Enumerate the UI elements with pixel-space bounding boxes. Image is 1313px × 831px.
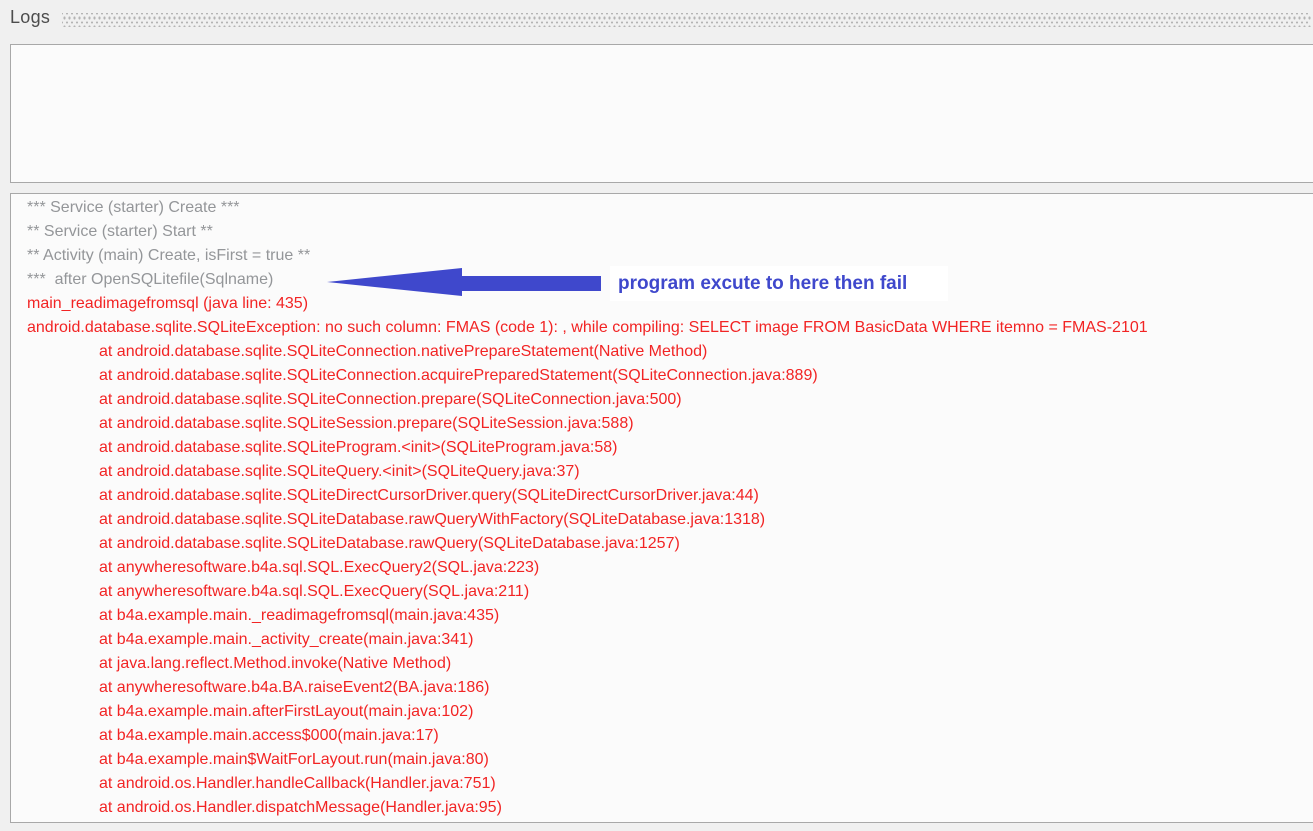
log-line: at b4a.example.main.access$000(main.java… <box>99 727 439 744</box>
log-line: at anywheresoftware.b4a.BA.raiseEvent2(B… <box>99 679 490 696</box>
log-line: at android.database.sqlite.SQLiteProgram… <box>99 439 618 456</box>
logs-panel-header: Logs <box>0 0 1313 37</box>
panel-grip-texture[interactable] <box>62 13 1311 27</box>
log-line: ** Activity (main) Create, isFirst = tru… <box>27 247 311 264</box>
log-line: at android.database.sqlite.SQLiteConnect… <box>99 391 682 408</box>
log-line: *** Service (starter) Create *** <box>27 199 240 216</box>
log-line: at android.database.sqlite.SQLiteConnect… <box>99 343 708 360</box>
log-line: at android.database.sqlite.SQLiteDatabas… <box>99 535 680 552</box>
annotation-label: program excute to here then fail <box>610 266 948 301</box>
log-line: at android.database.sqlite.SQLiteSession… <box>99 415 634 432</box>
upper-log-textarea[interactable] <box>10 44 1313 183</box>
log-line: ** Service (starter) Start ** <box>27 223 213 240</box>
log-line: at android.os.Handler.handleCallback(Han… <box>99 775 496 792</box>
log-line: android.database.sqlite.SQLiteException:… <box>27 319 1148 336</box>
log-line: at android.os.Handler.dispatchMessage(Ha… <box>99 799 502 816</box>
log-line: at android.os.Looper.loop(Looper.java:15… <box>27 820 1313 822</box>
log-line: at android.database.sqlite.SQLiteDatabas… <box>99 511 766 528</box>
log-line: at anywheresoftware.b4a.sql.SQL.ExecQuer… <box>99 559 540 576</box>
log-line: at android.database.sqlite.SQLiteQuery.<… <box>99 463 580 480</box>
log-line: at b4a.example.main._activity_create(mai… <box>99 631 474 648</box>
logs-panel-title: Logs <box>10 7 51 27</box>
log-line: at b4a.example.main$WaitForLayout.run(ma… <box>99 751 489 768</box>
log-line: at anywheresoftware.b4a.sql.SQL.ExecQuer… <box>99 583 530 600</box>
log-line: at b4a.example.main.afterFirstLayout(mai… <box>99 703 474 720</box>
log-line: at android.database.sqlite.SQLiteConnect… <box>99 367 818 384</box>
log-line: at java.lang.reflect.Method.invoke(Nativ… <box>99 655 452 672</box>
log-line: at b4a.example.main._readimagefromsql(ma… <box>99 607 500 624</box>
log-line: at android.database.sqlite.SQLiteDirectC… <box>99 487 759 504</box>
